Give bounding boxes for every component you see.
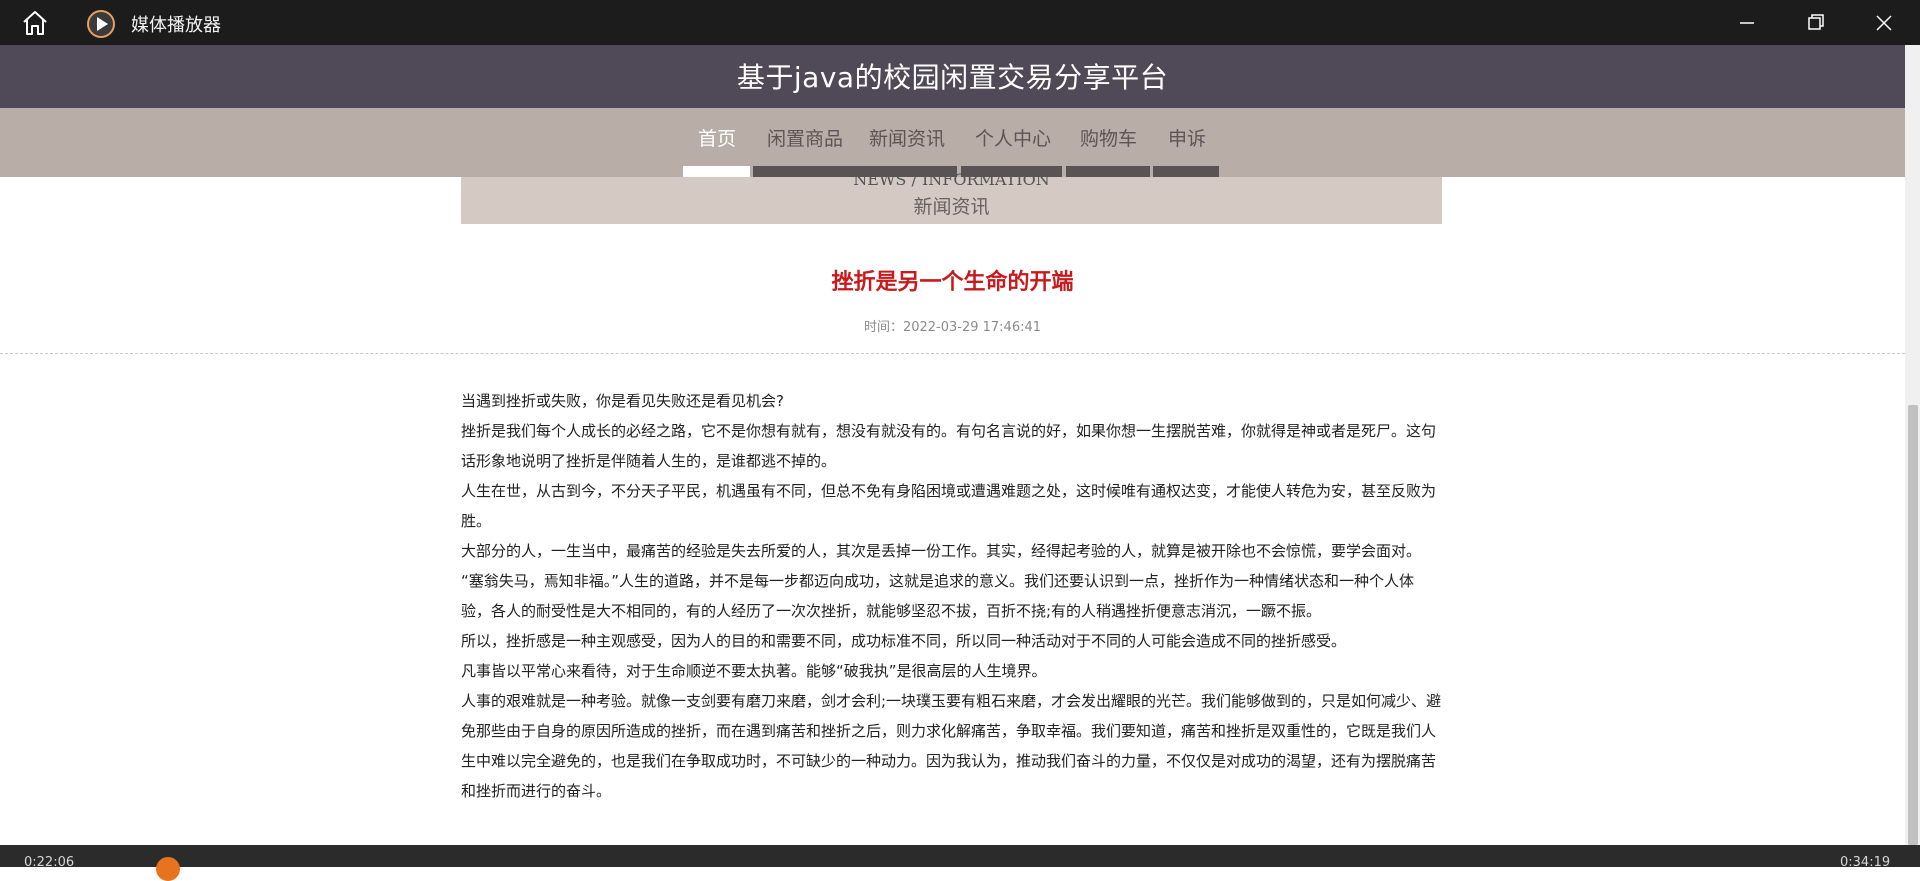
article-paragraph: 人事的艰难就是一种考验。就像一支剑要有磨刀来磨，剑才会利;一块璞玉要有粗石来磨，…	[461, 692, 1442, 800]
article-paragraph: 所以，挫折感是一种主观感受，因为人的目的和需要不同，成功标准不同，所以同一种活动…	[461, 632, 1347, 650]
nav-cart[interactable]: 购物车	[1080, 124, 1137, 151]
restore-icon[interactable]	[1792, 6, 1838, 40]
main-nav: 首页 闲置商品 新闻资讯 个人中心 购物车 申诉	[0, 108, 1905, 178]
player-control-bar: 0:22:06 0:34:19	[0, 845, 1920, 870]
news-banner-en: NEWS / INFORMATION	[853, 170, 1050, 189]
article-paragraph: 凡事皆以平常心来看待，对于生命顺逆不要太执著。能够“破我执”是很高层的人生境界。	[461, 662, 1047, 680]
news-banner-cn: 新闻资讯	[913, 196, 990, 218]
article-paragraph: “塞翁失马，焉知非福。”人生的道路，并不是每一步都迈向成功，这就是追求的意义。我…	[461, 572, 1415, 620]
scrollbar-thumb[interactable]	[1908, 405, 1918, 845]
nav-idle-goods[interactable]: 闲置商品	[767, 124, 843, 151]
article-paragraph: 大部分的人，一生当中，最痛苦的经验是失去所爱的人，其次是丢掉一份工作。其实，经得…	[461, 542, 1422, 560]
player-title: 媒体播放器	[131, 15, 221, 36]
site-header: 基于java的校园闲置交易分享平台	[0, 45, 1905, 108]
article-paragraph: 挫折是我们每个人成长的必经之路，它不是你想有就有，想没有就没有的。有句名言说的好…	[461, 422, 1437, 470]
current-time: 0:22:06	[24, 855, 75, 870]
total-time: 0:34:19	[1840, 855, 1891, 870]
progress-slider-handle[interactable]	[156, 857, 180, 881]
media-player-logo-icon	[87, 10, 115, 38]
nav-news[interactable]: 新闻资讯	[869, 124, 945, 151]
news-banner: NEWS / INFORMATION 新闻资讯	[461, 170, 1442, 224]
article-paragraph: 人生在世，从古到今，不分天子平民，机遇虽有不同，但总不免有身陷困境或遭遇难题之处…	[461, 482, 1437, 530]
nav-appeal[interactable]: 申诉	[1168, 124, 1206, 151]
player-titlebar: 媒体播放器	[0, 0, 1920, 45]
nav-home[interactable]: 首页	[698, 124, 736, 151]
article-title: 挫折是另一个生命的开端	[831, 270, 1074, 295]
divider	[0, 353, 1905, 354]
article-time: 时间：2022-03-29 17:46:41	[863, 320, 1042, 335]
minimize-icon[interactable]	[1724, 6, 1770, 40]
home-icon[interactable]	[20, 9, 50, 37]
article-paragraph: 当遇到挫折或失败，你是看见失败还是看见机会?	[461, 392, 784, 410]
site-title: 基于java的校园闲置交易分享平台	[736, 61, 1169, 94]
article-body: 当遇到挫折或失败，你是看见失败还是看见机会? 挫折是我们每个人成长的必经之路，它…	[461, 386, 1442, 806]
close-icon[interactable]	[1861, 6, 1907, 40]
nav-personal-center[interactable]: 个人中心	[975, 124, 1051, 151]
